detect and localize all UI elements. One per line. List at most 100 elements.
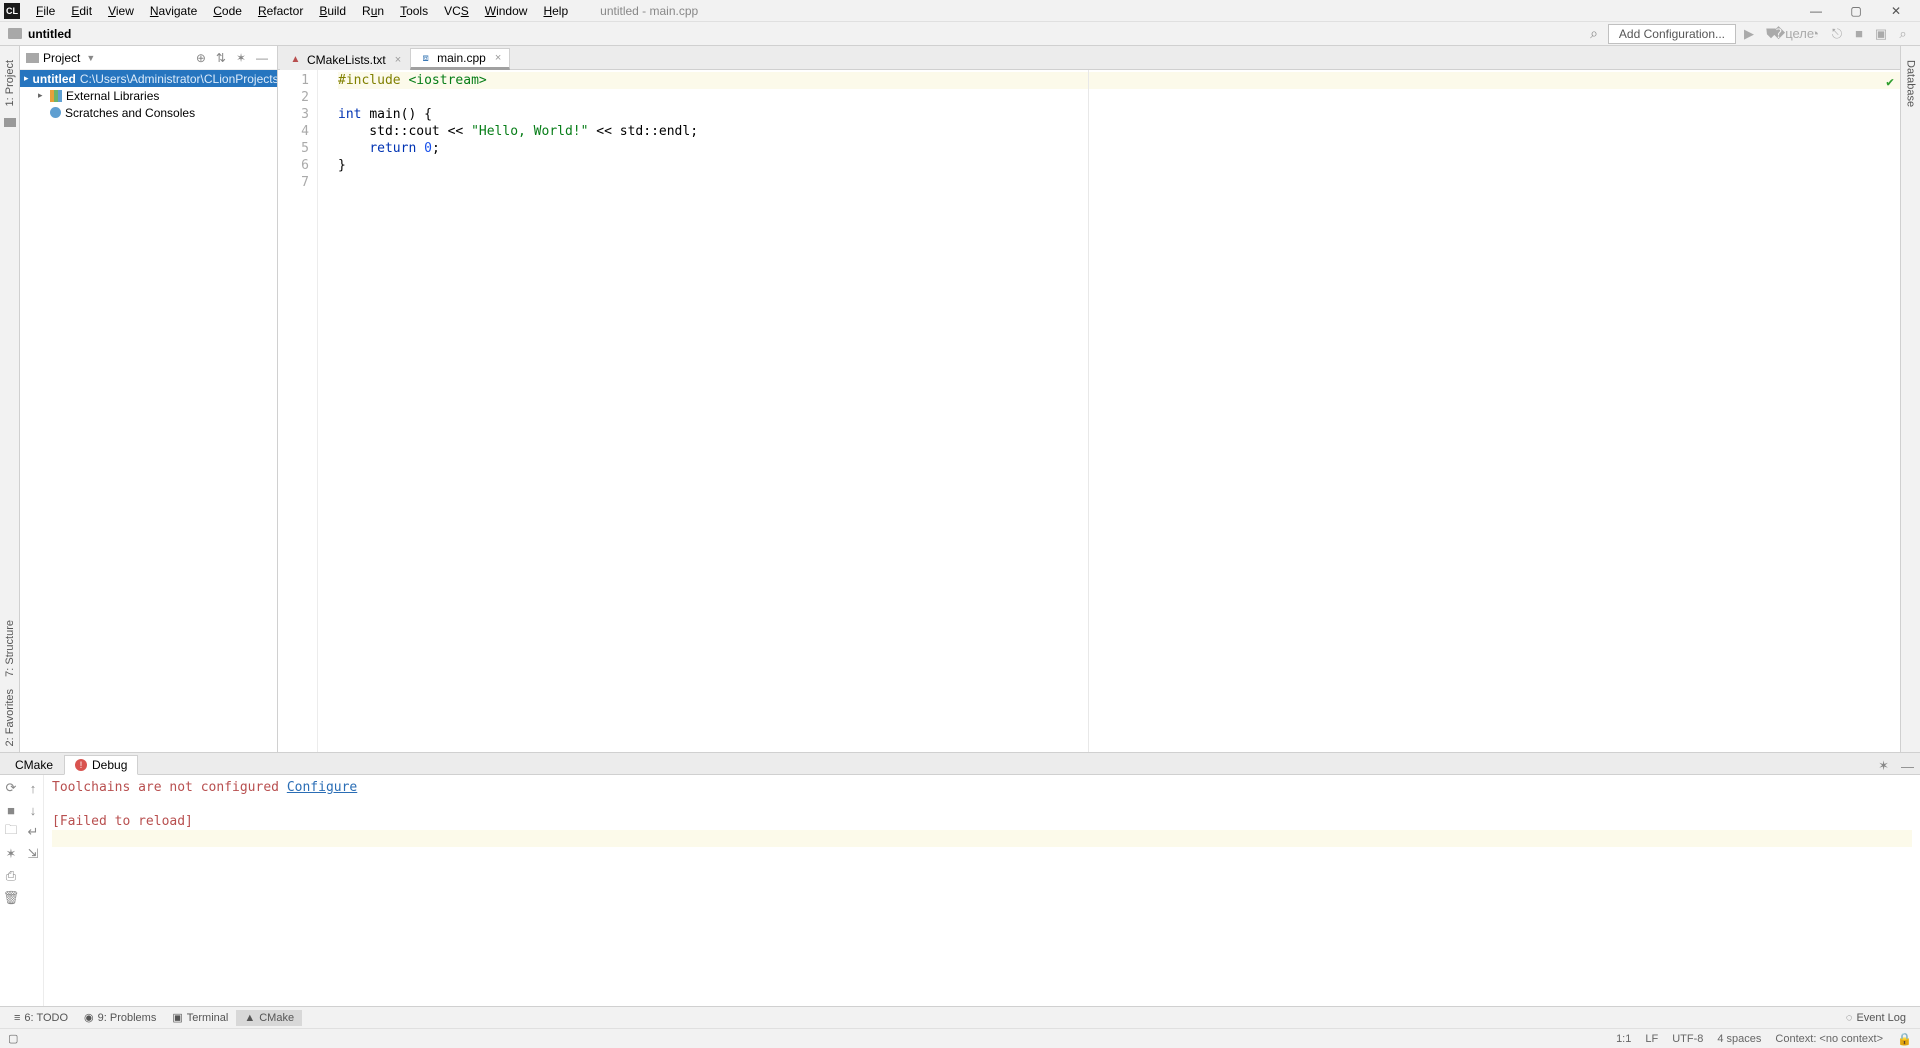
wrap-icon[interactable]: ↵: [22, 821, 44, 843]
window-minimize-icon[interactable]: —: [1796, 0, 1836, 22]
hide-icon[interactable]: —: [253, 51, 271, 65]
tool-database-tab[interactable]: Database: [1903, 54, 1919, 113]
project-tree[interactable]: ▸ untitled C:\Users\Administrator\CLionP…: [20, 70, 277, 752]
coverage-icon[interactable]: �целе: [1784, 25, 1802, 43]
tool-problems[interactable]: ◉9: Problems: [76, 1009, 164, 1026]
console-failed-text: [Failed to reload]: [52, 813, 1912, 830]
scroll-icon[interactable]: ⇲: [22, 843, 44, 865]
tree-node-path: C:\Users\Administrator\CLionProjects\unt…: [80, 72, 277, 86]
code-line[interactable]: std::cout << "Hello, World!" << std::end…: [338, 123, 1900, 140]
tool-project-tab[interactable]: 1: Project: [2, 54, 18, 112]
tab-cmakelists[interactable]: ▲ CMakeLists.txt ×: [280, 48, 410, 70]
tool-todo[interactable]: ≡6: TODO: [6, 1010, 76, 1026]
down-icon[interactable]: ↓: [22, 799, 44, 821]
close-icon[interactable]: ×: [395, 54, 401, 66]
tree-node-label: untitled: [33, 72, 76, 86]
tree-node-label: External Libraries: [66, 89, 159, 103]
code-line[interactable]: int main() {: [338, 106, 1900, 123]
trash-icon[interactable]: 🗑: [0, 887, 22, 909]
window-close-icon[interactable]: ✕: [1876, 0, 1916, 22]
status-caret[interactable]: 1:1: [1616, 1033, 1631, 1045]
right-tool-stripe: Database: [1900, 46, 1920, 752]
menu-view[interactable]: View: [100, 2, 142, 20]
window-maximize-icon[interactable]: ▢: [1836, 0, 1876, 22]
code-line[interactable]: return 0;: [338, 140, 1900, 157]
line-number: 3: [278, 106, 309, 123]
editor[interactable]: 1 2 3 4 5 6 7 #include <iostream> int ma…: [278, 70, 1900, 752]
run-icon[interactable]: ▶: [1740, 25, 1758, 43]
project-panel-header: Project ▼ ⊕ ⇅ ✶ —: [20, 46, 277, 70]
print-icon[interactable]: ⎙: [0, 865, 22, 887]
menu-build[interactable]: Build: [311, 2, 354, 20]
app-icon: CL: [4, 3, 20, 19]
tree-node-root[interactable]: ▸ untitled C:\Users\Administrator\CLionP…: [20, 70, 277, 87]
gear-icon[interactable]: ✶: [1872, 758, 1895, 774]
tool-terminal[interactable]: ▣Terminal: [164, 1009, 236, 1026]
console-error-text: Toolchains are not configured: [52, 780, 287, 795]
settings-icon[interactable]: ✶: [0, 843, 22, 865]
tool-structure-tab[interactable]: 7: Structure: [2, 614, 18, 683]
search-icon[interactable]: ⌕: [1584, 25, 1604, 42]
configure-link[interactable]: Configure: [287, 780, 357, 795]
tool-favorites-tab[interactable]: 2: Favorites: [2, 683, 18, 752]
folder-icon[interactable]: 🗀: [0, 821, 22, 843]
menu-edit[interactable]: Edit: [63, 2, 100, 20]
menu-window[interactable]: Window: [477, 2, 536, 20]
menu-navigate[interactable]: Navigate: [142, 2, 205, 20]
attach-icon[interactable]: ⎋: [1828, 25, 1846, 43]
window-title: untitled - main.cpp: [600, 4, 698, 18]
status-encoding[interactable]: UTF-8: [1672, 1033, 1703, 1045]
tab-debug[interactable]: ! Debug: [64, 755, 138, 775]
code-line[interactable]: [338, 174, 1900, 191]
menu-vcs[interactable]: VCS: [436, 2, 477, 20]
breadcrumb-project[interactable]: untitled: [28, 27, 71, 41]
status-line-separator[interactable]: LF: [1645, 1033, 1658, 1045]
expand-icon[interactable]: ⇅: [213, 51, 229, 65]
menu-run[interactable]: Run: [354, 2, 392, 20]
bookmark-icon[interactable]: [4, 118, 16, 127]
reload-icon[interactable]: ⟳: [0, 777, 22, 799]
status-context[interactable]: Context: <no context>: [1775, 1033, 1883, 1045]
code-line[interactable]: #include <iostream>: [338, 72, 1900, 89]
left-tool-stripe: 1: Project 7: Structure 2: Favorites: [0, 46, 20, 752]
menu-tools[interactable]: Tools: [392, 2, 436, 20]
tree-node-scratches[interactable]: Scratches and Consoles: [20, 104, 277, 121]
chevron-down-icon[interactable]: ▼: [86, 53, 95, 63]
gear-icon[interactable]: ✶: [233, 51, 249, 65]
tab-cmake-root[interactable]: CMake: [4, 755, 64, 775]
stop-icon[interactable]: ■: [1850, 25, 1868, 43]
code-area[interactable]: #include <iostream> int main() { std::co…: [318, 70, 1900, 752]
layout-icon[interactable]: ▣: [1872, 25, 1890, 43]
close-icon[interactable]: ×: [495, 52, 501, 64]
menu-refactor[interactable]: Refactor: [250, 2, 311, 20]
tab-main-cpp[interactable]: ⧈ main.cpp ×: [410, 48, 510, 70]
code-line[interactable]: }: [338, 157, 1900, 174]
scratch-icon: [50, 107, 61, 118]
cmake-console[interactable]: Toolchains are not configured Configure …: [44, 775, 1920, 1006]
tab-label: CMakeLists.txt: [307, 53, 386, 67]
editor-tabs: ▲ CMakeLists.txt × ⧈ main.cpp ×: [278, 46, 1900, 70]
project-panel-title[interactable]: Project: [43, 51, 80, 65]
cmake-toolbar: ⟳ ↑ ■ ↓ 🗀 ↵ ✶ ⇲ ⎙ 🗑: [0, 775, 44, 1006]
lock-icon[interactable]: 🔒: [1897, 1032, 1912, 1046]
menu-code[interactable]: Code: [205, 2, 250, 20]
tool-cmake[interactable]: ▲CMake: [236, 1010, 302, 1026]
profile-icon[interactable]: ◔: [1806, 25, 1824, 43]
chevron-right-icon[interactable]: ▸: [38, 90, 50, 101]
menu-help[interactable]: Help: [535, 2, 576, 20]
run-config-selector[interactable]: Add Configuration...: [1608, 24, 1736, 44]
status-box-icon[interactable]: ▢: [8, 1032, 18, 1045]
locate-icon[interactable]: ⊕: [193, 51, 209, 65]
status-indent[interactable]: 4 spaces: [1717, 1033, 1761, 1045]
search-everywhere-icon[interactable]: ⌕: [1894, 25, 1912, 43]
tool-event-log[interactable]: ◌Event Log: [1838, 1010, 1914, 1026]
stop-icon[interactable]: ■: [0, 799, 22, 821]
tree-node-external-libs[interactable]: ▸ External Libraries: [20, 87, 277, 104]
chevron-right-icon[interactable]: ▸: [24, 73, 29, 84]
menu-file[interactable]: File: [28, 2, 63, 20]
up-icon[interactable]: ↑: [22, 777, 44, 799]
tree-node-label: Scratches and Consoles: [65, 106, 195, 120]
inspection-ok-icon[interactable]: ✔: [1886, 74, 1894, 91]
hide-icon[interactable]: —: [1895, 759, 1920, 774]
code-line[interactable]: [338, 89, 1900, 106]
